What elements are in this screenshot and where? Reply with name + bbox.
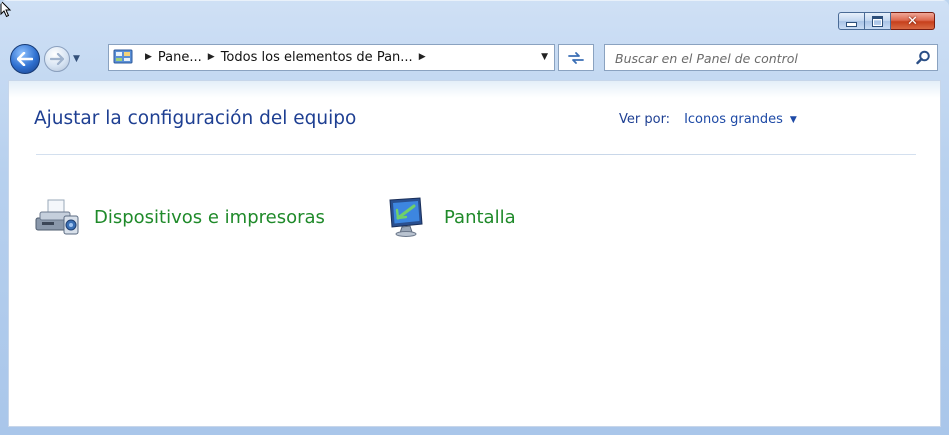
control-panel-item-devices-printers[interactable]: Dispositivos e impresoras <box>34 196 325 238</box>
back-button[interactable] <box>10 44 40 74</box>
minimize-button[interactable] <box>838 12 865 30</box>
search-icon[interactable] <box>916 50 931 65</box>
minimize-icon <box>846 21 857 27</box>
page-title: Ajustar la configuración del equipo <box>34 108 357 129</box>
breadcrumb: ▶ Pane... ▶ Todos los elementos de Pan..… <box>139 45 432 70</box>
chevron-right-icon[interactable]: ▶ <box>145 45 152 70</box>
breadcrumb-item-all-items[interactable]: Todos los elementos de Pan... <box>221 45 413 70</box>
breadcrumb-item-panel[interactable]: Pane... <box>158 45 202 70</box>
forward-button[interactable] <box>44 46 70 72</box>
refresh-button[interactable] <box>558 44 594 71</box>
content-pane: Ajustar la configuración del equipo Ver … <box>8 80 941 427</box>
maximize-icon <box>872 15 883 27</box>
navigation-bar: ▼ ▶ Pane... ▶ Todos los elementos de Pan… <box>0 43 949 75</box>
maximize-button[interactable] <box>865 12 891 30</box>
mouse-pointer-icon <box>0 0 12 18</box>
chevron-down-icon[interactable]: ▼ <box>790 115 797 125</box>
recent-pages-dropdown[interactable]: ▼ <box>73 54 80 64</box>
item-label[interactable]: Pantalla <box>444 207 516 228</box>
view-by-label: Ver por: <box>619 112 671 127</box>
control-panel-item-display[interactable]: Pantalla <box>384 196 516 238</box>
item-label[interactable]: Dispositivos e impresoras <box>94 207 325 228</box>
arrow-right-icon <box>50 53 64 65</box>
control-panel-window: ✕ ▼ ▶ Pane... ▶ Todos los elementos de P… <box>0 0 949 435</box>
caption-buttons: ✕ <box>838 12 935 30</box>
chevron-right-icon[interactable]: ▶ <box>419 45 426 70</box>
refresh-icon <box>568 51 584 64</box>
view-by-dropdown[interactable]: Iconos grandes <box>684 112 783 127</box>
close-button[interactable]: ✕ <box>891 12 935 30</box>
chevron-right-icon[interactable]: ▶ <box>208 45 215 70</box>
printer-icon <box>35 199 79 235</box>
arrow-left-icon <box>17 52 33 66</box>
view-by: Ver por: Iconos grandes ▼ <box>619 112 797 127</box>
close-icon: ✕ <box>907 13 918 29</box>
address-dropdown-icon[interactable]: ▼ <box>541 45 548 70</box>
address-bar[interactable]: ▶ Pane... ▶ Todos los elementos de Pan..… <box>108 44 555 71</box>
monitor-icon <box>389 197 423 237</box>
divider <box>36 154 916 155</box>
search-box <box>604 44 938 71</box>
search-input[interactable] <box>613 48 907 69</box>
header-band <box>9 81 940 98</box>
control-panel-icon <box>113 49 133 64</box>
